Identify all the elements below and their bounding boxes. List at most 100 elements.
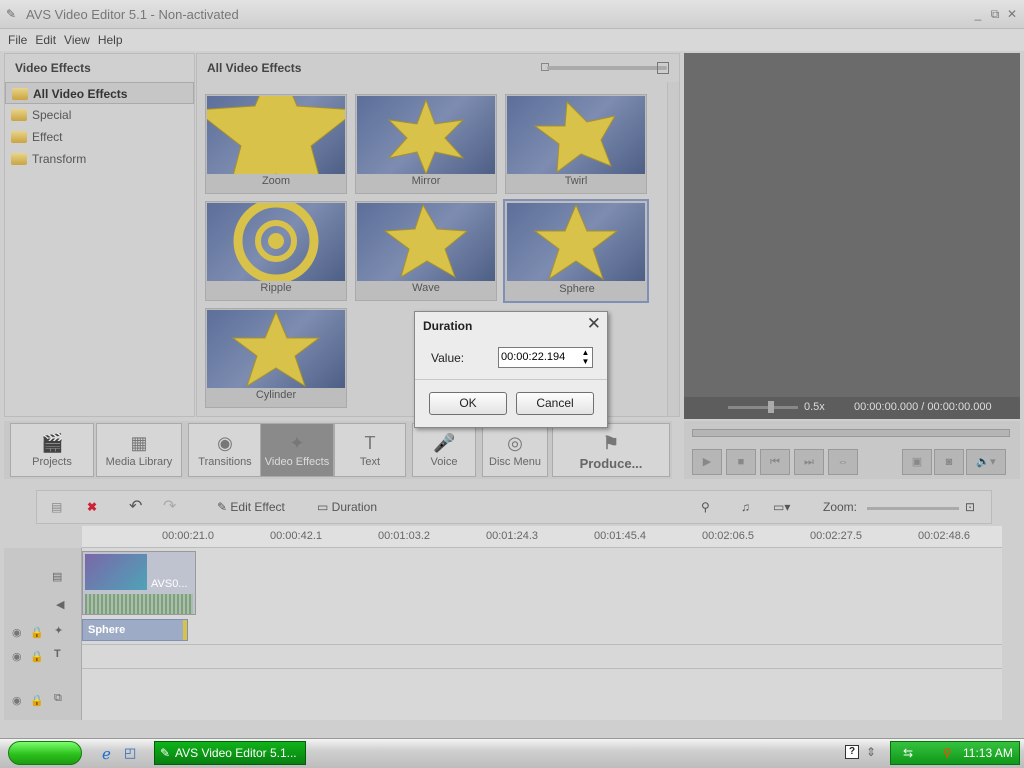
eye-icon[interactable]: ◉ <box>12 626 22 639</box>
app-icon: ✎ <box>160 746 171 760</box>
undo-icon[interactable]: ↶ <box>129 496 142 516</box>
effects-category-panel: Video Effects All Video Effects Special … <box>4 53 195 417</box>
video-clip[interactable]: AVS0... <box>82 551 196 615</box>
duration-button[interactable]: ▭ Duration <box>317 500 377 514</box>
fit-zoom-icon[interactable]: ⊡ <box>965 500 975 514</box>
speed-slider[interactable] <box>728 406 798 409</box>
browser-icon[interactable]: ℯ <box>102 745 111 763</box>
start-button[interactable] <box>8 741 82 765</box>
play-button[interactable]: ▶ <box>692 449 722 475</box>
duration-spinner[interactable]: ▲ ▼ <box>579 348 592 367</box>
view-mode-icon[interactable]: ▭▾ <box>773 500 790 514</box>
timeline-horizontal-scrollbar[interactable] <box>4 720 1020 734</box>
lock-icon[interactable]: 🔒 <box>30 626 44 639</box>
fullscreen-button[interactable]: ⇔ <box>828 449 858 475</box>
tab-transitions[interactable]: ◉ Transitions <box>188 423 262 477</box>
effect-tile-sphere[interactable]: Sphere <box>503 199 649 303</box>
zoom-slider[interactable] <box>867 507 959 510</box>
effect-tile-cylinder[interactable]: Cylinder <box>205 308 347 408</box>
lock-icon[interactable]: 🔒 <box>30 650 44 663</box>
category-special[interactable]: Special <box>5 104 194 126</box>
tab-video-effects[interactable]: ✦ Video Effects <box>260 423 334 477</box>
delete-icon[interactable]: ✖ <box>87 500 97 514</box>
redo-icon[interactable]: ↷ <box>163 496 176 516</box>
menu-edit[interactable]: Edit <box>35 33 56 47</box>
taskbar-item-avs[interactable]: ✎ AVS Video Editor 5.1... <box>154 741 306 765</box>
spin-up-icon[interactable]: ▲ <box>579 348 592 357</box>
restore-button[interactable]: ⧉ <box>987 6 1003 22</box>
ok-button[interactable]: OK <box>429 392 507 415</box>
preview-area <box>684 53 1020 397</box>
edit-effect-button[interactable]: ✎ Edit Effect <box>217 500 285 514</box>
menu-help[interactable]: Help <box>98 33 123 47</box>
menu-file[interactable]: File <box>8 33 27 47</box>
search-icon[interactable]: ⚲ <box>943 742 952 764</box>
panel-header: Video Effects <box>15 61 91 75</box>
speed-slider-thumb[interactable] <box>768 401 774 413</box>
effect-clip-handle[interactable] <box>183 620 187 640</box>
minimize-button[interactable]: _ <box>970 6 986 22</box>
eye-icon[interactable]: ◉ <box>12 650 22 663</box>
category-effect[interactable]: Effect <box>5 126 194 148</box>
stop-button[interactable]: ■ <box>726 449 756 475</box>
folder-icon <box>11 131 27 143</box>
effect-tile-twirl[interactable]: Twirl <box>505 94 647 194</box>
dialog-title: Duration <box>423 319 473 333</box>
help-icon[interactable]: ? <box>845 745 859 759</box>
storyboard-icon[interactable]: ▤ <box>51 500 62 514</box>
effects-scrollbar[interactable] <box>667 82 679 416</box>
category-all-video-effects[interactable]: All Video Effects <box>5 82 194 104</box>
clock[interactable]: 11:13 AM <box>963 742 1013 764</box>
category-transform[interactable]: Transform <box>5 148 194 170</box>
menu-view[interactable]: View <box>64 33 90 47</box>
lock-icon[interactable]: 🔒 <box>30 694 44 707</box>
prev-frame-button[interactable]: ⏮ <box>760 449 790 475</box>
seek-bar[interactable] <box>692 429 1010 437</box>
thumbnail-size-slider[interactable] <box>547 66 667 70</box>
network-icon[interactable]: ⇆ <box>903 742 913 764</box>
cancel-button[interactable]: Cancel <box>516 392 594 415</box>
effect-tile-ripple[interactable]: Ripple <box>205 201 347 301</box>
value-label: Value: <box>431 351 465 365</box>
tab-projects[interactable]: 🎬 Projects <box>10 423 94 477</box>
snapshot-icon[interactable]: ◙ <box>934 449 964 475</box>
close-icon[interactable]: ✕ <box>587 314 601 334</box>
large-thumb-icon[interactable] <box>657 62 669 74</box>
spin-down-icon[interactable]: ▼ <box>579 357 592 366</box>
next-frame-button[interactable]: ⏭ <box>794 449 824 475</box>
system-tray: ⇆ ⚲ 11:13 AM <box>890 741 1020 765</box>
monitor-icon[interactable]: ▣ <box>902 449 932 475</box>
transition-icon: ◉ <box>217 433 233 453</box>
timeline-vertical-scrollbar[interactable] <box>1002 548 1020 720</box>
tab-label: Transitions <box>198 456 252 468</box>
overlay-track-icon: ⧉ <box>54 692 62 704</box>
ruler-tick: 00:02:06.5 <box>702 530 754 542</box>
category-label: All Video Effects <box>33 87 128 101</box>
menu-bar: File Edit View Help <box>0 29 1024 51</box>
title-bar: ✎ AVS Video Editor 5.1 - Non-activated _… <box>0 0 1024 29</box>
tab-voice[interactable]: 🎤 Voice <box>412 423 476 477</box>
eye-icon[interactable]: ◉ <box>12 694 22 707</box>
audio-mix-icon[interactable]: ♫ <box>741 500 750 514</box>
tab-media-library[interactable]: ▦ Media Library <box>96 423 182 477</box>
duration-dialog: Duration ✕ Value: 00:00:22.194 ▲ ▼ OK Can… <box>414 311 608 428</box>
volume-icon[interactable]: 🔊▾ <box>966 449 1006 475</box>
disc-icon: ◎ <box>507 433 523 453</box>
microphone-icon: 🎤 <box>433 433 456 453</box>
tab-label: Disc Menu <box>489 456 541 468</box>
effect-tile-mirror[interactable]: Mirror <box>355 94 497 194</box>
effect-label: Ripple <box>260 282 292 294</box>
preview-status-bar: 0.5x 00:00:00.000 / 00:00:00.000 <box>684 397 1020 419</box>
effect-clip-sphere[interactable]: Sphere <box>82 619 188 641</box>
effects-track-icon: ✦ <box>54 625 64 637</box>
tray-chevron-icon[interactable]: ⇕ <box>866 745 876 759</box>
effect-tile-zoom[interactable]: Zoom <box>205 94 347 194</box>
tab-produce[interactable]: ⚑ Produce... <box>552 423 670 477</box>
timeline-ruler[interactable]: 00:00:21.0 00:00:42.1 00:01:03.2 00:01:2… <box>82 526 1002 548</box>
tab-disc-menu[interactable]: ◎ Disc Menu <box>482 423 548 477</box>
close-window-button[interactable]: ✕ <box>1004 6 1020 22</box>
tab-text[interactable]: T Text <box>334 423 406 477</box>
effect-tile-wave[interactable]: Wave <box>355 201 497 301</box>
quicklaunch-icon[interactable]: ◰ <box>124 745 136 761</box>
snap-icon[interactable]: ⚲ <box>701 500 710 514</box>
